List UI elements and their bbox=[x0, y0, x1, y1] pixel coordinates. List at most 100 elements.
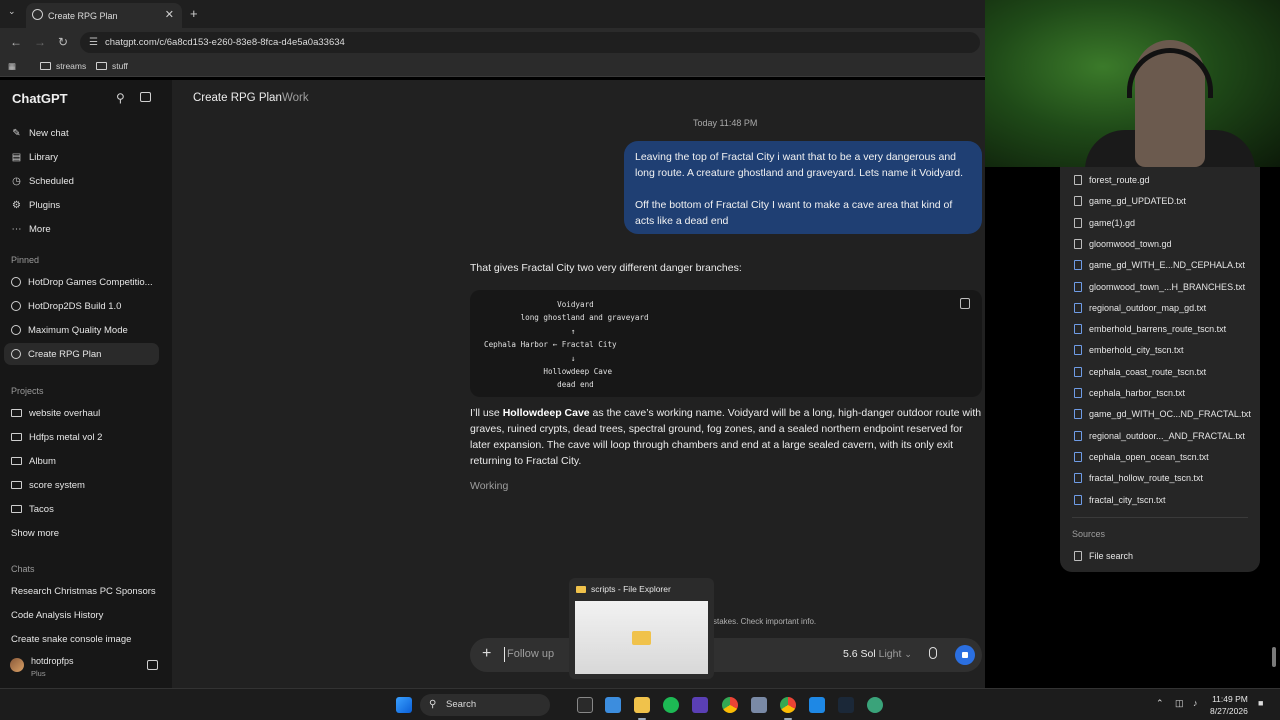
settings-app-icon[interactable] bbox=[751, 697, 767, 713]
brand-logo-text[interactable]: ChatGPT bbox=[12, 91, 68, 106]
file-name: gloomwood_town_...H_BRANCHES.txt bbox=[1089, 281, 1246, 292]
browser-tab[interactable]: Create RPG Plan ✕ bbox=[26, 3, 182, 28]
copy-icon[interactable] bbox=[960, 298, 970, 309]
conversation-title[interactable]: Create RPG Plan bbox=[193, 92, 282, 104]
sources-item-file-search[interactable]: File search bbox=[1074, 549, 1133, 563]
chrome-icon[interactable] bbox=[722, 697, 738, 713]
chat-bubble-icon bbox=[11, 349, 21, 359]
preview-thumbnail[interactable] bbox=[575, 601, 708, 674]
project-name[interactable]: Work bbox=[282, 92, 309, 104]
file-item[interactable]: regional_outdoor_map_gd.txt bbox=[1074, 301, 1206, 315]
network-icon[interactable]: ◫ bbox=[1175, 698, 1184, 709]
document-icon bbox=[1074, 196, 1082, 207]
bookmark-stuff[interactable]: stuff bbox=[96, 61, 128, 71]
microphone-icon[interactable] bbox=[929, 647, 937, 659]
hud-app-icon[interactable] bbox=[692, 697, 708, 713]
project-item[interactable]: Hdfps metal vol 2 bbox=[11, 427, 102, 447]
chat-item[interactable]: Create snake console image bbox=[11, 634, 131, 645]
file-name: forest_route.gd bbox=[1089, 175, 1150, 185]
file-item[interactable]: gloomwood_town.gd bbox=[1074, 237, 1172, 251]
file-item[interactable]: emberhold_barrens_route_tscn.txt bbox=[1074, 322, 1226, 336]
taskbar-search-label: Search bbox=[446, 699, 477, 710]
avatar[interactable] bbox=[10, 658, 24, 672]
file-item[interactable]: fractal_city_tscn.txt bbox=[1074, 493, 1166, 507]
file-item[interactable]: game_gd_UPDATED.txt bbox=[1074, 194, 1186, 208]
taskbar-search[interactable]: ⚲ Search bbox=[420, 694, 550, 716]
spotify-icon[interactable] bbox=[663, 697, 679, 713]
bookmarks-bar: ▦ streams stuff bbox=[0, 56, 985, 77]
system-clock[interactable]: 11:49 PM 8/27/2026 bbox=[1210, 693, 1248, 717]
apps-grid-icon[interactable]: ▦ bbox=[8, 61, 16, 72]
pinned-chat-item[interactable]: Maximum Quality Mode bbox=[11, 320, 128, 340]
project-item[interactable]: score system bbox=[11, 475, 85, 495]
file-name: game_gd_WITH_OC...ND_FRACTAL.txt bbox=[1089, 409, 1251, 420]
response-text: I’ll use bbox=[470, 407, 503, 419]
windows-start-icon[interactable] bbox=[396, 697, 412, 713]
back-icon[interactable]: ← bbox=[10, 35, 22, 49]
notepad-icon[interactable] bbox=[605, 697, 621, 713]
search-icon[interactable]: ⚲ bbox=[116, 91, 125, 105]
volume-icon[interactable]: ♪ bbox=[1193, 698, 1198, 708]
forward-icon[interactable]: → bbox=[34, 35, 46, 49]
model-selector[interactable]: 5.6 Sol Light ⌄ bbox=[843, 648, 912, 660]
bookmark-streams[interactable]: streams bbox=[40, 61, 86, 71]
model-variant: Light bbox=[878, 648, 902, 660]
pinned-chat-item-active[interactable]: Create RPG Plan bbox=[11, 344, 101, 364]
sidebar-item-scheduled[interactable]: ◷ Scheduled bbox=[11, 171, 74, 191]
add-attachment-icon[interactable]: + bbox=[482, 645, 491, 663]
sidebar-item-plugins[interactable]: ⚙ Plugins bbox=[11, 195, 60, 215]
pinned-chat-item[interactable]: HotDrop Games Competitio... bbox=[11, 272, 153, 292]
task-view-icon[interactable] bbox=[577, 697, 593, 713]
sidebar-toggle-icon[interactable] bbox=[140, 92, 151, 102]
more-dots-icon: ⋯ bbox=[11, 223, 22, 235]
reload-icon[interactable]: ↻ bbox=[58, 35, 68, 49]
sidebar-item-library[interactable]: ▤ Library bbox=[11, 147, 58, 167]
inbox-icon[interactable] bbox=[147, 660, 158, 670]
folder-icon bbox=[11, 433, 22, 441]
file-item[interactable]: regional_outdoor..._AND_FRACTAL.txt bbox=[1074, 429, 1245, 443]
new-tab-icon[interactable]: + bbox=[190, 6, 198, 21]
project-item[interactable]: Album bbox=[11, 451, 56, 471]
project-item[interactable]: website overhaul bbox=[11, 403, 100, 423]
file-item[interactable]: forest_route.gd bbox=[1074, 173, 1150, 187]
vscode-icon[interactable] bbox=[809, 697, 825, 713]
show-more-link[interactable]: Show more bbox=[11, 528, 59, 539]
file-explorer-preview[interactable]: scripts - File Explorer bbox=[569, 578, 714, 679]
file-item[interactable]: game(1).gd bbox=[1074, 216, 1135, 230]
user-name[interactable]: hotdropfps bbox=[31, 656, 74, 666]
file-name: cephala_coast_route_tscn.txt bbox=[1089, 366, 1207, 377]
file-item[interactable]: game_gd_WITH_OC...ND_FRACTAL.txt bbox=[1074, 407, 1251, 421]
folder-icon bbox=[11, 457, 22, 465]
notification-icon[interactable]: ■ bbox=[1258, 698, 1263, 708]
file-explorer-icon[interactable] bbox=[634, 697, 650, 713]
site-info-icon[interactable]: ☰ bbox=[89, 32, 98, 53]
sidebar-item-more[interactable]: ⋯ More bbox=[11, 219, 51, 239]
document-icon bbox=[1074, 409, 1082, 420]
file-item[interactable]: gloomwood_town_...H_BRANCHES.txt bbox=[1074, 280, 1245, 294]
steam-icon[interactable] bbox=[838, 697, 854, 713]
file-item[interactable]: cephala_harbor_tscn.txt bbox=[1074, 386, 1185, 400]
message-composer: + Follow up 5.6 Sol Light ⌄ bbox=[470, 638, 982, 672]
chat-item[interactable]: Code Analysis History bbox=[11, 610, 103, 621]
sidebar-item-new-chat[interactable]: ✎ New chat bbox=[11, 123, 68, 143]
file-item[interactable]: fractal_hollow_route_tscn.txt bbox=[1074, 471, 1203, 485]
close-tab-icon[interactable]: ✕ bbox=[165, 8, 174, 21]
file-item[interactable]: cephala_coast_route_tscn.txt bbox=[1074, 365, 1206, 379]
project-item[interactable]: Tacos bbox=[11, 499, 54, 519]
document-icon bbox=[1074, 430, 1082, 441]
pinned-chat-item[interactable]: HotDrop2DS Build 1.0 bbox=[11, 296, 121, 316]
stop-generating-button[interactable] bbox=[955, 645, 975, 665]
chat-item[interactable]: Research Christmas PC Sponsors bbox=[11, 586, 156, 597]
url-field[interactable]: ☰ chatgpt.com/c/6a8cd153-e260-83e8-8fca-… bbox=[80, 32, 980, 53]
tray-overflow-icon[interactable]: ⌃ bbox=[1156, 698, 1164, 709]
folder-icon bbox=[11, 481, 22, 489]
title-separator: · bbox=[274, 92, 278, 104]
projects-section-label: Projects bbox=[11, 386, 44, 396]
file-item[interactable]: game_gd_WITH_E...ND_CEPHALA.txt bbox=[1074, 258, 1245, 272]
scrollbar[interactable] bbox=[1272, 647, 1276, 667]
file-item[interactable]: cephala_open_ocean_tscn.txt bbox=[1074, 450, 1209, 464]
file-item[interactable]: emberhold_city_tscn.txt bbox=[1074, 343, 1184, 357]
tab-list-chevron-icon[interactable]: ⌄ bbox=[8, 6, 16, 17]
chrome-icon[interactable] bbox=[780, 697, 796, 713]
app-icon[interactable] bbox=[867, 697, 883, 713]
